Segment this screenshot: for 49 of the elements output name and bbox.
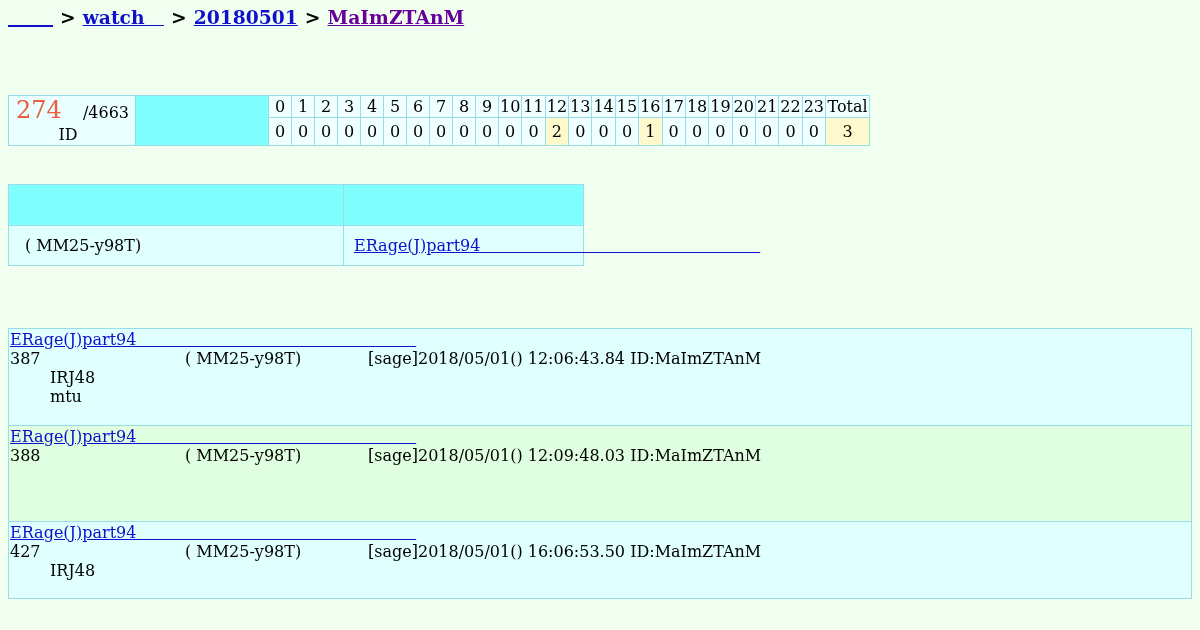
- hour-label: 14: [591, 95, 616, 118]
- hour-label: 17: [662, 95, 686, 118]
- hour-label: 0: [268, 95, 292, 118]
- hour-label: 7: [429, 95, 453, 118]
- breadcrumb-separator: >: [304, 6, 321, 28]
- hour-label: 9: [475, 95, 499, 118]
- hour-label: 4: [360, 95, 384, 118]
- table-cell: ( MM25-y98T): [8, 225, 344, 266]
- thread-link[interactable]: ERage(J)part94: [10, 427, 417, 446]
- post-number: 427: [10, 542, 42, 561]
- id-label: ID: [58, 125, 78, 144]
- hour-label: 15: [615, 95, 639, 118]
- post-meta: [sage]2018/05/01() 12:06:43.84 ID:MaImZTAnM: [368, 349, 762, 368]
- total-posts: /4663: [82, 102, 129, 124]
- hour-label: 18: [685, 95, 709, 118]
- thread-link[interactable]: ERage(J)part94: [10, 523, 417, 542]
- hour-label: 3: [337, 95, 361, 118]
- breadcrumb-link[interactable]: MaImZTAnM: [327, 6, 465, 28]
- hour-label: 23: [802, 95, 826, 118]
- total-label: Total: [825, 95, 870, 118]
- post-number: 387: [10, 349, 42, 368]
- post-meta: [sage]2018/05/01() 16:06:53.50 ID:MaImZTAnM: [368, 542, 762, 561]
- post-text: IRJ48: [50, 368, 96, 387]
- hour-label: 16: [638, 95, 662, 118]
- hour-label: 19: [708, 95, 733, 118]
- hour-label: 6: [406, 95, 430, 118]
- hour-label: 13: [568, 95, 592, 118]
- breadcrumb-separator: >: [171, 6, 187, 28]
- post-text: mtu: [50, 387, 82, 406]
- hour-label: 1: [291, 95, 315, 118]
- hour-label: 11: [521, 95, 546, 118]
- post-number: 388: [10, 446, 42, 465]
- hour-label: 21: [755, 95, 779, 118]
- blank-link[interactable]: [8, 25, 53, 27]
- hour-label: 5: [383, 95, 407, 118]
- breadcrumb-link[interactable]: watch: [82, 6, 165, 28]
- post-count: 274: [16, 98, 62, 122]
- post-meta: [sage]2018/05/01() 12:09:48.03 ID:MaImZTAnM: [368, 446, 762, 465]
- hour-label: 20: [732, 95, 756, 118]
- hour-label: 22: [778, 95, 803, 118]
- hour-label: 10: [498, 95, 522, 118]
- hour-label: 8: [452, 95, 476, 118]
- thread-link[interactable]: ERage(J)part94: [354, 236, 761, 255]
- breadcrumb-link[interactable]: 20180501: [193, 6, 298, 28]
- post-text: IRJ48: [50, 561, 96, 580]
- hour-label: 12: [545, 95, 569, 118]
- hour-label: 2: [314, 95, 338, 118]
- breadcrumb-separator: >: [60, 6, 76, 28]
- thread-link[interactable]: ERage(J)part94: [10, 330, 417, 349]
